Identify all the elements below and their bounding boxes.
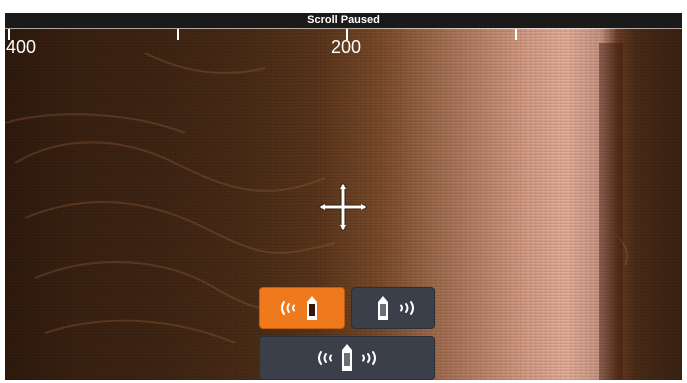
cursor-crosshair-icon[interactable] — [319, 183, 367, 231]
left-side-view-button[interactable] — [259, 287, 345, 329]
range-tick — [515, 29, 517, 40]
right-side-view-button[interactable] — [351, 287, 435, 329]
sidevu-sonar-display[interactable]: Scroll Paused 400 200 — [5, 13, 682, 380]
both-sides-scan-icon — [318, 344, 376, 371]
port-side-scan-icon — [281, 296, 317, 320]
range-tick — [177, 29, 179, 40]
both-sides-view-button[interactable] — [259, 336, 435, 380]
starboard-side-scan-icon — [378, 296, 414, 320]
range-label-400: 400 — [6, 37, 37, 57]
range-ruler — [5, 28, 682, 29]
scroll-status-bar: Scroll Paused — [5, 13, 682, 28]
range-label-200: 200 — [331, 37, 362, 57]
sonar-frame: Scroll Paused 400 200 — [0, 0, 687, 383]
